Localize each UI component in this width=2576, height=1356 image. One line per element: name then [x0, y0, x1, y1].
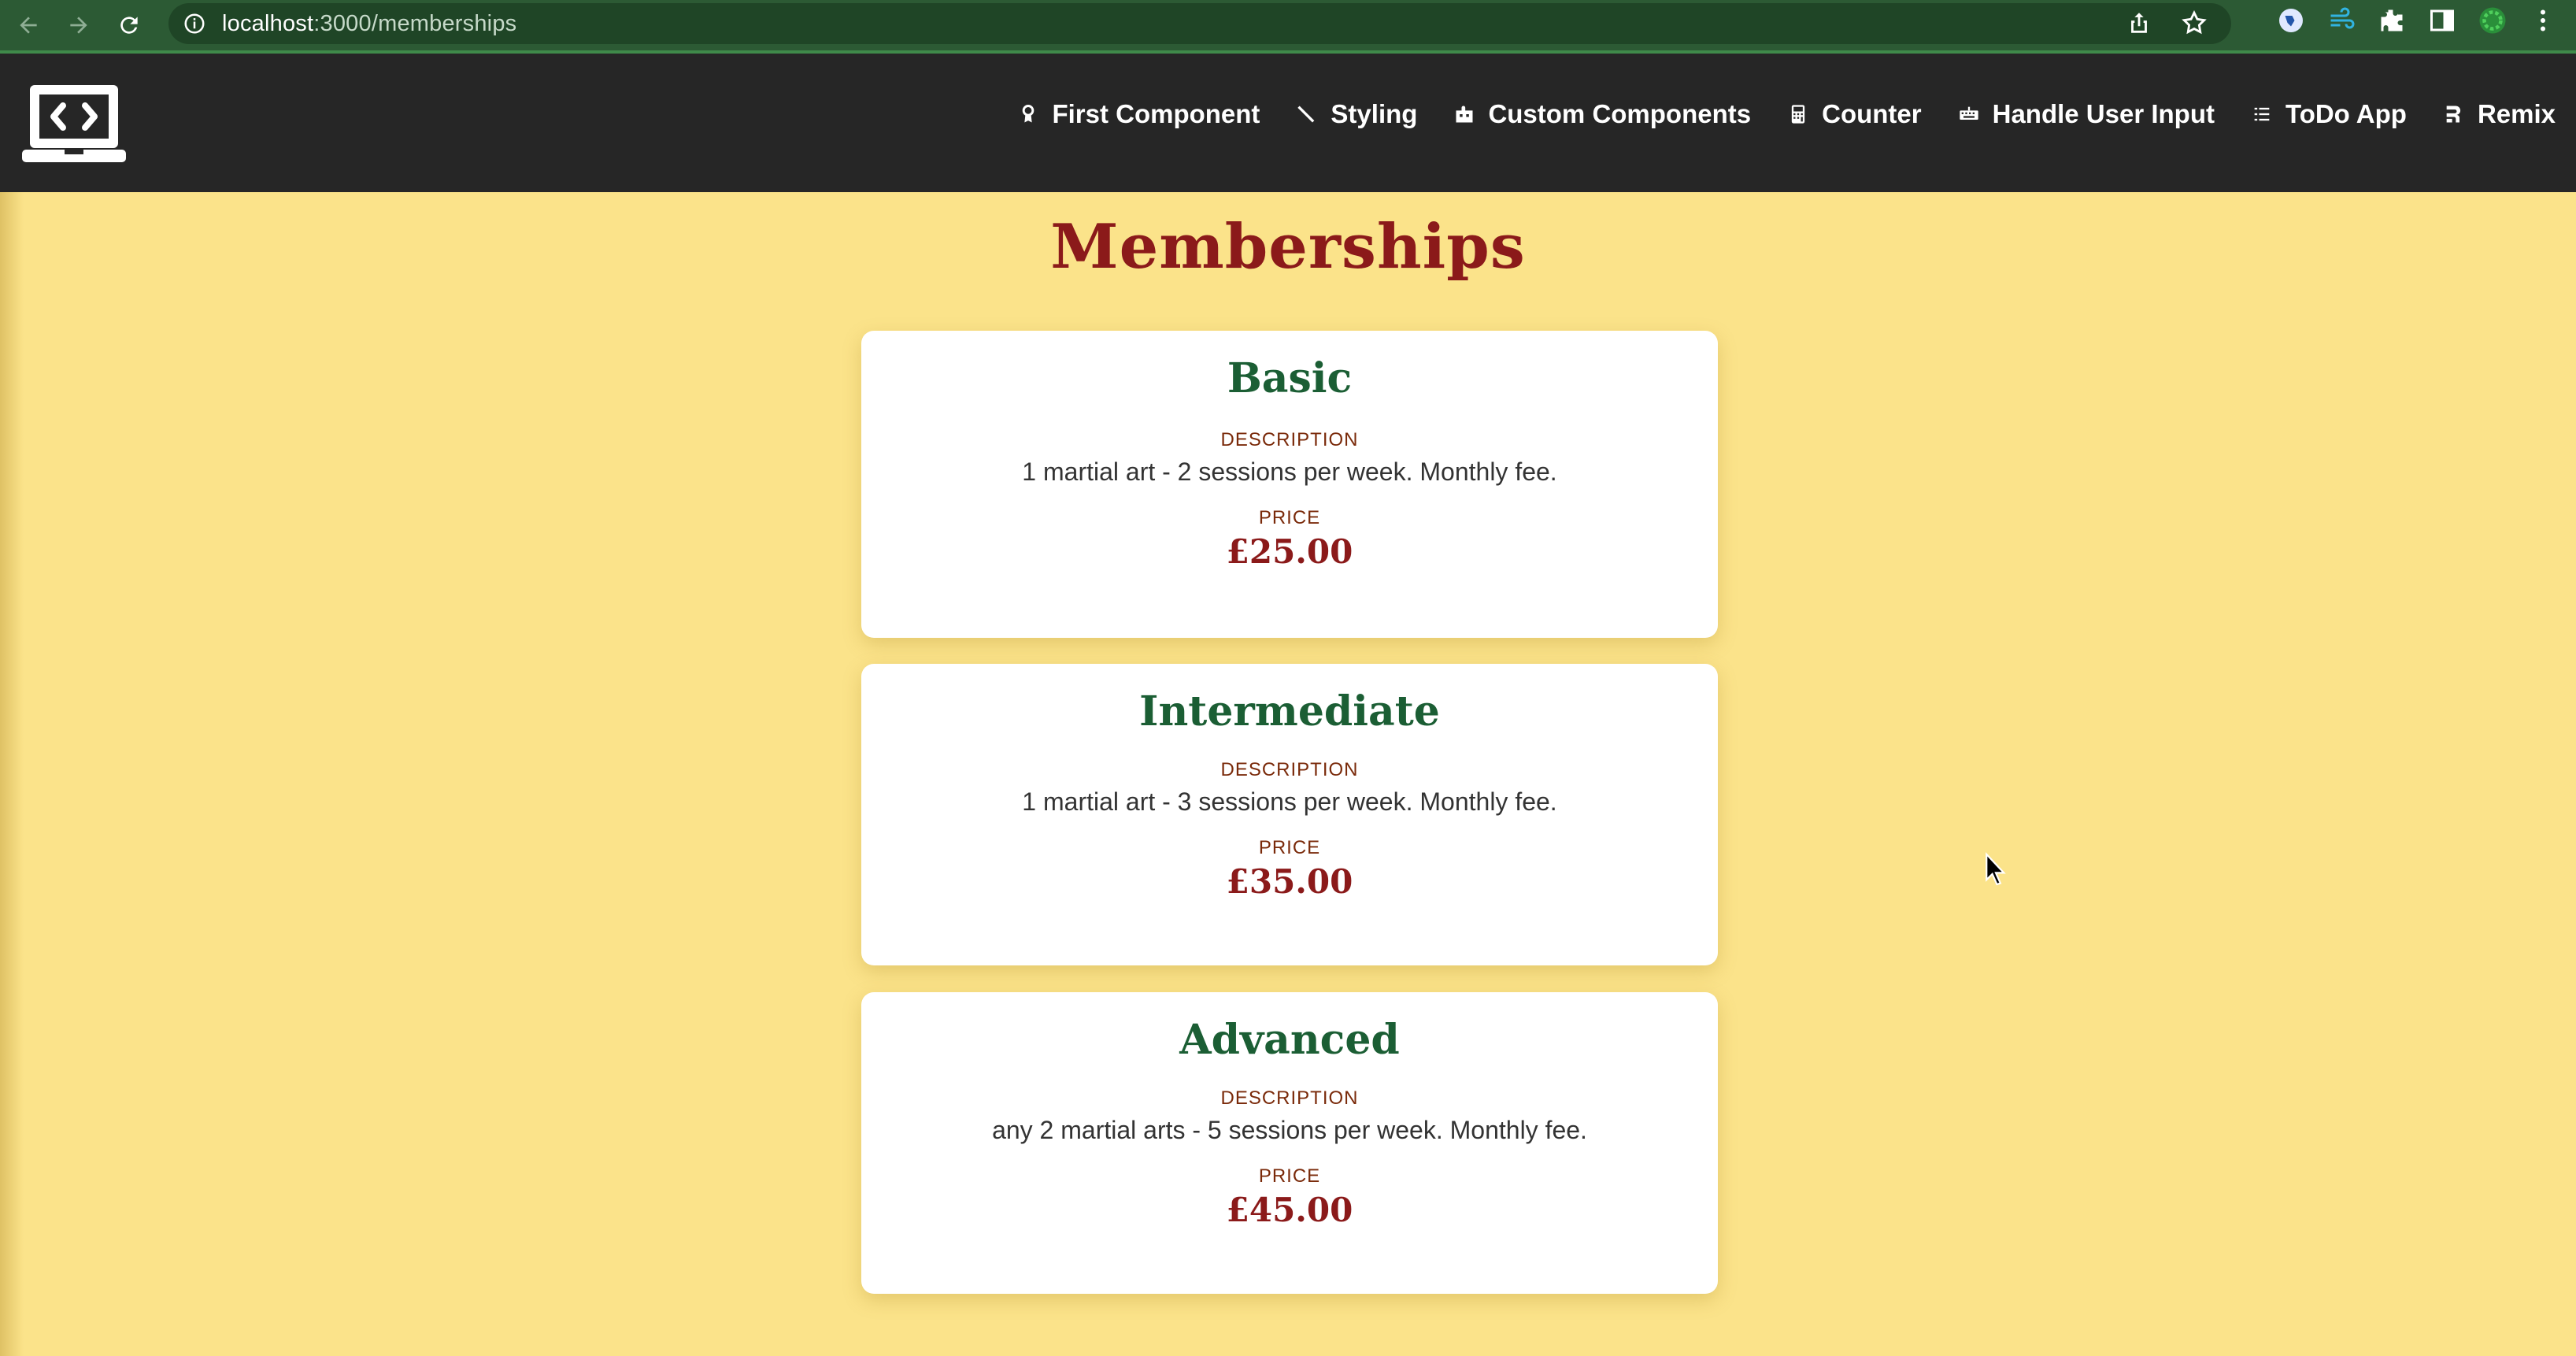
brush-icon	[1297, 106, 1315, 123]
price-label: PRICE	[1258, 507, 1321, 528]
extensions-puzzle-icon[interactable]	[2378, 6, 2406, 35]
membership-name: Intermediate	[1139, 687, 1440, 735]
calculator-icon	[1791, 105, 1805, 124]
price-label: PRICE	[1258, 837, 1321, 858]
nav-first-component[interactable]: First Component	[1017, 99, 1260, 129]
arrow-left-icon	[20, 17, 37, 34]
list-icon	[2254, 107, 2270, 121]
description-label: DESCRIPTION	[1220, 1087, 1359, 1109]
menu-kebab-icon[interactable]	[2529, 6, 2557, 35]
nav-styling[interactable]: Styling	[1296, 99, 1417, 129]
membership-card: Intermediate DESCRIPTION 1 martial art -…	[861, 664, 1718, 965]
membership-description: any 2 martial arts - 5 sessions per week…	[992, 1116, 1587, 1144]
mouse-cursor-icon	[1986, 852, 2006, 886]
nav-todo-app[interactable]: ToDo App	[2251, 99, 2407, 129]
laptop-code-logo-icon[interactable]	[22, 82, 126, 164]
membership-name: Basic	[1227, 354, 1353, 402]
nav-label: Handle User Input	[1992, 99, 2215, 128]
nav-custom-components[interactable]: Custom Components	[1453, 99, 1751, 129]
side-panel-icon[interactable]	[2428, 6, 2456, 35]
membership-price: £25.00	[1226, 532, 1353, 571]
membership-card: Advanced DESCRIPTION any 2 martial arts …	[861, 992, 1718, 1294]
star-icon[interactable]	[2181, 9, 2208, 36]
reload-button[interactable]	[107, 3, 151, 47]
main-nav: First Component Styling Custom Component…	[1017, 99, 2556, 129]
nav-label: Remix	[2477, 99, 2556, 128]
url-text[interactable]: localhost:3000/memberships	[222, 11, 516, 37]
nav-label: Styling	[1331, 99, 1418, 128]
membership-description: 1 martial art - 2 sessions per week. Mon…	[1022, 458, 1557, 486]
page-title: Memberships	[1050, 211, 1526, 283]
share-icon[interactable]	[2126, 9, 2152, 36]
nav-handle-user-input[interactable]: Handle User Input	[1958, 99, 2215, 129]
membership-price: £35.00	[1226, 862, 1353, 901]
extension-globe-icon[interactable]	[2277, 6, 2305, 35]
membership-description: 1 martial art - 3 sessions per week. Mon…	[1022, 787, 1557, 816]
ribbon-icon	[1023, 105, 1034, 123]
membership-price: £45.00	[1226, 1191, 1353, 1229]
membership-card: Basic DESCRIPTION 1 martial art - 2 sess…	[861, 331, 1718, 638]
url-host: localhost	[222, 10, 314, 36]
back-button[interactable]	[6, 3, 50, 47]
price-label: PRICE	[1258, 1165, 1321, 1187]
nav-label: First Component	[1052, 99, 1260, 128]
description-label: DESCRIPTION	[1220, 429, 1359, 450]
forward-button[interactable]	[57, 3, 101, 47]
address-bar[interactable]: localhost:3000/memberships	[168, 3, 2231, 44]
nav-label: ToDo App	[2285, 99, 2407, 128]
membership-name: Advanced	[1179, 1016, 1400, 1064]
nav-label: Counter	[1822, 99, 1922, 128]
reload-icon	[120, 17, 138, 34]
extension-wind-icon[interactable]	[2327, 6, 2356, 35]
app-header: First Component Styling Custom Component…	[0, 54, 2576, 192]
nav-counter[interactable]: Counter	[1787, 99, 1922, 129]
description-label: DESCRIPTION	[1220, 759, 1359, 780]
url-path: :3000/memberships	[313, 10, 517, 36]
nav-label: Custom Components	[1488, 99, 1752, 128]
profile-avatar-icon[interactable]	[2478, 6, 2507, 35]
info-icon[interactable]	[183, 12, 206, 35]
keyboard-icon	[1959, 106, 1978, 120]
remix-icon	[2446, 106, 2461, 123]
nav-remix[interactable]: Remix	[2443, 99, 2556, 129]
left-shadow	[0, 192, 24, 1356]
browser-toolbar: localhost:3000/memberships	[0, 0, 2576, 54]
puzzle-icon	[1456, 106, 1473, 123]
arrow-right-icon	[70, 17, 87, 34]
